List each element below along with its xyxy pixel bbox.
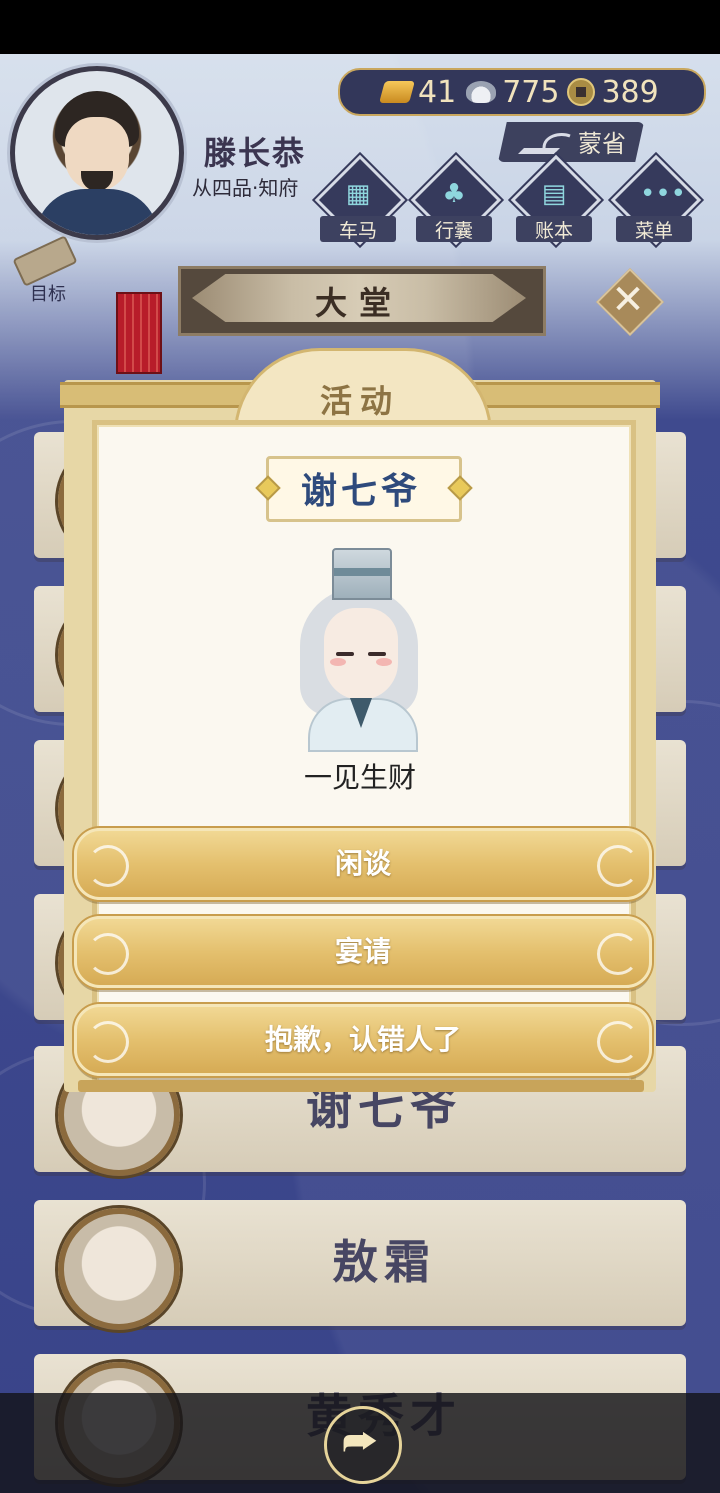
close-icon: ✕: [611, 277, 645, 323]
option-label: 宴请: [334, 935, 391, 968]
ledger-icon: ▤: [541, 179, 567, 209]
silver-ingot-icon: [466, 81, 497, 103]
hall-title: 大堂: [314, 284, 403, 322]
player-avatar[interactable]: [10, 66, 184, 240]
share-icon: ⮫: [342, 1420, 378, 1464]
npc-hat: [332, 548, 392, 600]
dialog-bottom-rail: [78, 1080, 644, 1092]
npc-name: 谢七爷: [300, 471, 421, 512]
option-label: 抱歉，认错人了: [264, 1023, 461, 1056]
carriage-icon: ▦: [345, 179, 371, 209]
copper-coin-icon: [567, 78, 596, 106]
option-label: 闲谈: [334, 847, 391, 880]
nav-label: 车马: [320, 216, 396, 242]
avatar-robe: [35, 189, 159, 235]
gold-amount: 41: [418, 74, 457, 110]
nav-carriage-button[interactable]: ▦ 车马: [314, 154, 406, 246]
goal-label: 目标: [30, 284, 66, 305]
status-bar: [0, 0, 720, 54]
nav-ledger-button[interactable]: ▤ 账本: [510, 154, 602, 246]
player-name: 滕长恭: [204, 134, 307, 172]
list-item-name: 敖霜: [332, 1235, 436, 1289]
close-button[interactable]: ✕: [596, 268, 664, 336]
npc-description: 一见生财: [303, 761, 416, 794]
silver-amount: 775: [502, 74, 560, 110]
nav-label: 行囊: [416, 216, 492, 242]
npc-portrait: [286, 548, 436, 752]
npc-eye: [368, 652, 386, 656]
banquet-option-button[interactable]: 宴请: [74, 916, 652, 988]
nav-menu-button[interactable]: ••• 菜单: [610, 154, 702, 246]
bag-icon: ♣: [442, 179, 466, 209]
player-rank: 从四品·知府: [192, 176, 299, 200]
nav-label: 菜单: [616, 216, 692, 242]
chat-option-button[interactable]: 闲谈: [74, 828, 652, 900]
list-item[interactable]: 敖霜: [34, 1200, 686, 1330]
nav-label: 账本: [516, 216, 592, 242]
npc-blush: [376, 658, 392, 666]
npc-eye: [336, 652, 354, 656]
game-screen: 谢七爷 敖霜 黄秀才 滕长恭 从四品·知府 41 775 389 蒙省 ▦ 车马…: [0, 0, 720, 1493]
currency-bar: 41 775 389: [338, 68, 706, 116]
door-icon: [116, 292, 162, 374]
dialog-title: 活动: [319, 382, 400, 420]
apologize-option-button[interactable]: 抱歉，认错人了: [74, 1004, 652, 1076]
gold-ingot-icon: [379, 81, 415, 103]
copper-amount: 389: [601, 74, 659, 110]
menu-dots-icon: •••: [640, 179, 687, 209]
npc-portrait: [58, 1208, 180, 1330]
nav-bag-button[interactable]: ♣ 行囊: [410, 154, 502, 246]
ink-brush-icon: [518, 133, 571, 154]
npc-blush: [330, 658, 346, 666]
province-label: 蒙省: [578, 130, 626, 158]
